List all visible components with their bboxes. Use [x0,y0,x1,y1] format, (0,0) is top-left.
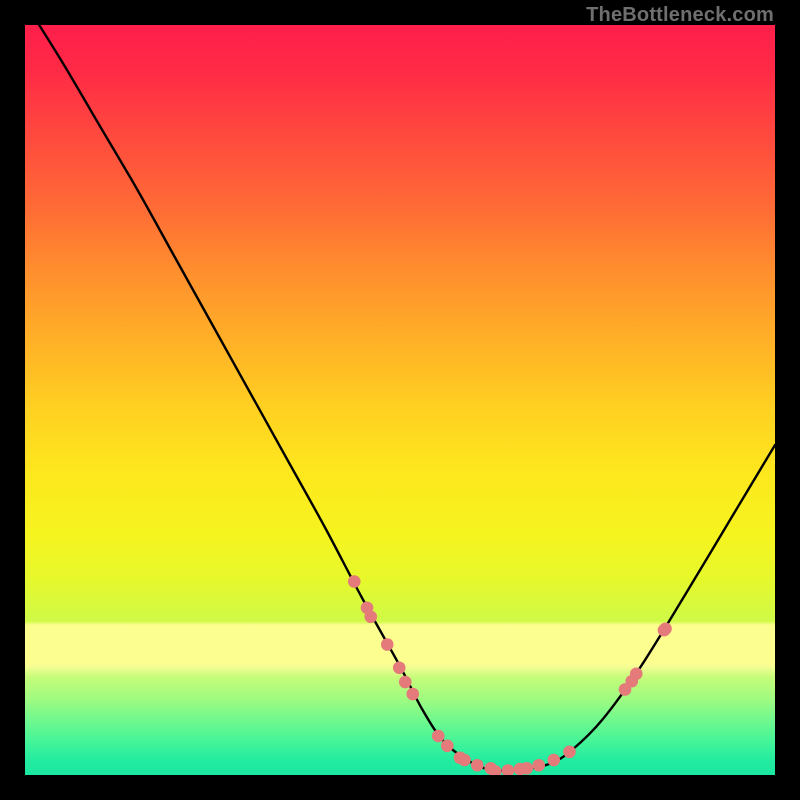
curve-marker [547,754,560,767]
curve-marker [458,754,471,767]
curve-marker [364,610,377,623]
curve-marker [381,638,394,651]
bottleneck-curve [25,25,775,771]
curve-marker [348,575,361,588]
plot-area [25,25,775,775]
curve-marker [471,759,484,772]
curve-marker [393,661,406,674]
watermark-text: TheBottleneck.com [586,4,774,27]
curve-marker [563,745,576,758]
curve-marker [630,667,643,680]
curve-marker [502,764,515,775]
curve-marker [520,762,533,775]
curve-svg [25,25,775,775]
curve-marker [406,688,419,701]
curve-marker [432,730,445,743]
chart-container: TheBottleneck.com [0,0,800,800]
curve-marker [441,739,454,752]
curve-marker [399,676,412,689]
curve-marker [659,622,672,635]
curve-markers [348,575,672,775]
curve-marker [532,759,545,772]
